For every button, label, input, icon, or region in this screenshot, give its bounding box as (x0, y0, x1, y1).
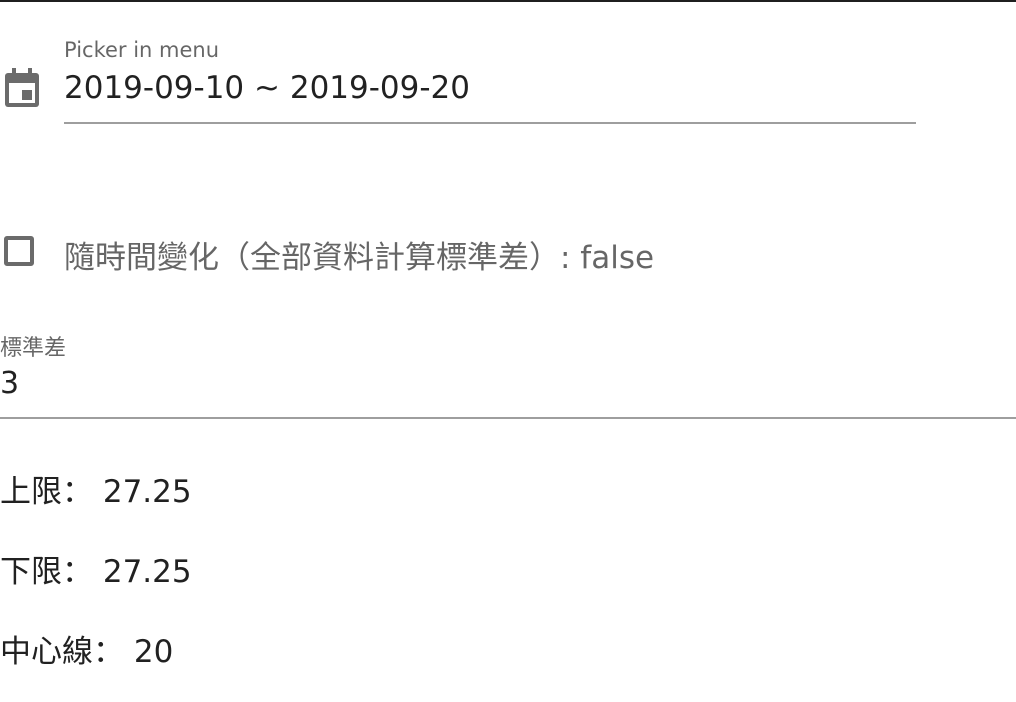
lower-limit-text: 下限： 27.25 (0, 554, 192, 590)
std-dev-label: 標準差 (0, 336, 67, 361)
std-dev-field[interactable]: 標準差 3 (0, 328, 1016, 422)
upper-limit-text: 上限： 27.25 (0, 474, 192, 510)
top-divider (0, 0, 1016, 2)
date-range-value[interactable]: 2019-09-10 ~ 2019-09-20 (64, 70, 470, 106)
time-varying-checkbox[interactable] (4, 236, 34, 266)
time-varying-checkbox-label[interactable]: 隨時間變化（全部資料計算標準差）: false (64, 232, 654, 277)
date-range-picker-field[interactable]: Picker in menu 2019-09-10 ~ 2019-09-20 (0, 30, 916, 126)
calendar-icon[interactable] (3, 68, 41, 108)
std-dev-underline (0, 417, 1016, 419)
center-line-text: 中心線： 20 (0, 634, 174, 670)
time-varying-checkbox-row[interactable]: 隨時間變化（全部資料計算標準差）: false (0, 226, 700, 282)
date-field-underline (64, 122, 916, 124)
date-picker-label: Picker in menu (64, 38, 220, 62)
std-dev-input[interactable]: 3 (0, 366, 19, 401)
